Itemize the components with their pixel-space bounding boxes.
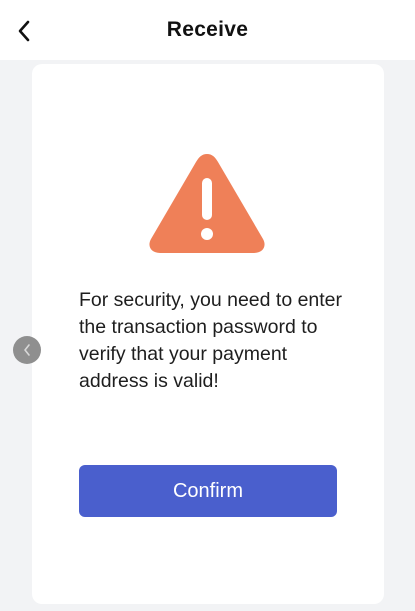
previous-handle-button[interactable] xyxy=(13,336,41,364)
top-bar: Receive xyxy=(0,0,415,60)
page-title: Receive xyxy=(166,18,249,41)
chevron-left-icon xyxy=(24,344,30,356)
security-dialog-card: For security, you need to enter the tran… xyxy=(32,64,384,604)
security-message: For security, you need to enter the tran… xyxy=(79,289,343,392)
warning-triangle-icon xyxy=(149,154,265,253)
confirm-button[interactable]: Confirm xyxy=(79,465,337,517)
